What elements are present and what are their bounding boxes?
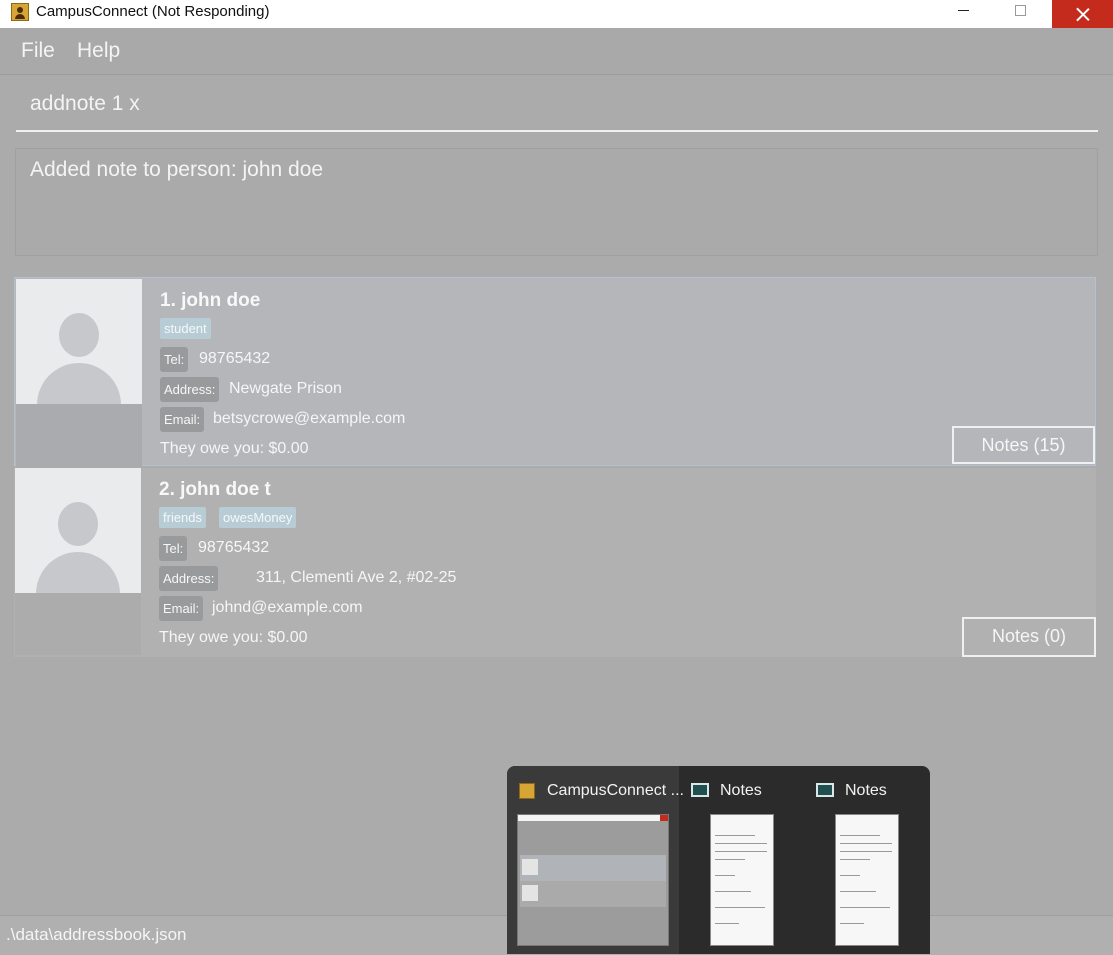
result-display: Added note to person: john doe xyxy=(15,148,1098,256)
data-file-path: .\data\addressbook.json xyxy=(6,925,187,944)
person-name: 1. john doe xyxy=(160,290,261,311)
minimize-button[interactable] xyxy=(940,0,986,28)
taskbar-preview-label: Notes xyxy=(845,782,887,799)
tel-value: 98765432 xyxy=(198,539,270,556)
owe-amount: They owe you: $0.00 xyxy=(160,440,309,457)
person-card[interactable]: 2. john doe t friends owesMoney Tel: 987… xyxy=(14,468,1096,657)
menu-file[interactable]: File xyxy=(21,39,55,63)
person-list[interactable]: 1. john doe student Tel: 98765432 Addres… xyxy=(14,277,1098,659)
tag-badge: student xyxy=(160,318,211,339)
taskbar-preview-campusconnect[interactable]: CampusConnect ... xyxy=(507,766,684,954)
taskbar-preview-label: Notes xyxy=(720,782,762,799)
window-title: CampusConnect (Not Responding) xyxy=(36,3,270,20)
taskbar-preview-label: CampusConnect ... xyxy=(547,782,684,799)
notes-icon xyxy=(816,783,834,797)
person-name: 2. john doe t xyxy=(159,479,271,500)
tel-label: Tel: xyxy=(159,536,188,561)
result-message: Added note to person: john doe xyxy=(30,158,324,181)
menu-bar: File Help xyxy=(0,28,1113,75)
email-value: betsycrowe@example.com xyxy=(213,410,406,427)
taskbar-preview-notes-1[interactable]: Notes xyxy=(679,766,804,954)
notes-button[interactable]: Notes (0) xyxy=(962,617,1096,657)
window-thumbnail[interactable] xyxy=(517,814,669,946)
address-value: Newgate Prison xyxy=(229,380,342,397)
avatar xyxy=(16,279,142,404)
email-label: Email: xyxy=(160,407,205,432)
notes-button[interactable]: Notes (15) xyxy=(952,426,1095,464)
tag-badge: owesMoney xyxy=(219,507,297,528)
tel-label: Tel: xyxy=(160,347,189,372)
taskbar-preview: CampusConnect ... Notes Notes xyxy=(507,766,930,954)
address-label: Address: xyxy=(160,377,220,402)
address-value: 311, Clementi Ave 2, #02-25 xyxy=(256,569,457,586)
command-box[interactable]: addnote 1 x xyxy=(16,86,1098,132)
command-input[interactable]: addnote 1 x xyxy=(30,92,1030,122)
close-button[interactable] xyxy=(1052,0,1113,28)
email-value: johnd@example.com xyxy=(212,599,363,616)
notes-icon xyxy=(691,783,709,797)
owe-amount: They owe you: $0.00 xyxy=(159,629,308,646)
person-card[interactable]: 1. john doe student Tel: 98765432 Addres… xyxy=(14,277,1096,466)
campusconnect-icon xyxy=(519,783,535,799)
email-label: Email: xyxy=(159,596,204,621)
menu-help[interactable]: Help xyxy=(77,39,120,63)
campusconnect-app-icon xyxy=(11,3,29,21)
title-bar: CampusConnect (Not Responding) xyxy=(0,0,1113,28)
window-thumbnail[interactable] xyxy=(710,814,774,946)
tag-badge: friends xyxy=(159,507,207,528)
avatar xyxy=(15,468,141,593)
maximize-button[interactable] xyxy=(996,0,1042,28)
taskbar-preview-notes-2[interactable]: Notes xyxy=(804,766,930,954)
address-label: Address: xyxy=(159,566,219,591)
window-thumbnail[interactable] xyxy=(835,814,899,946)
tel-value: 98765432 xyxy=(199,350,271,367)
